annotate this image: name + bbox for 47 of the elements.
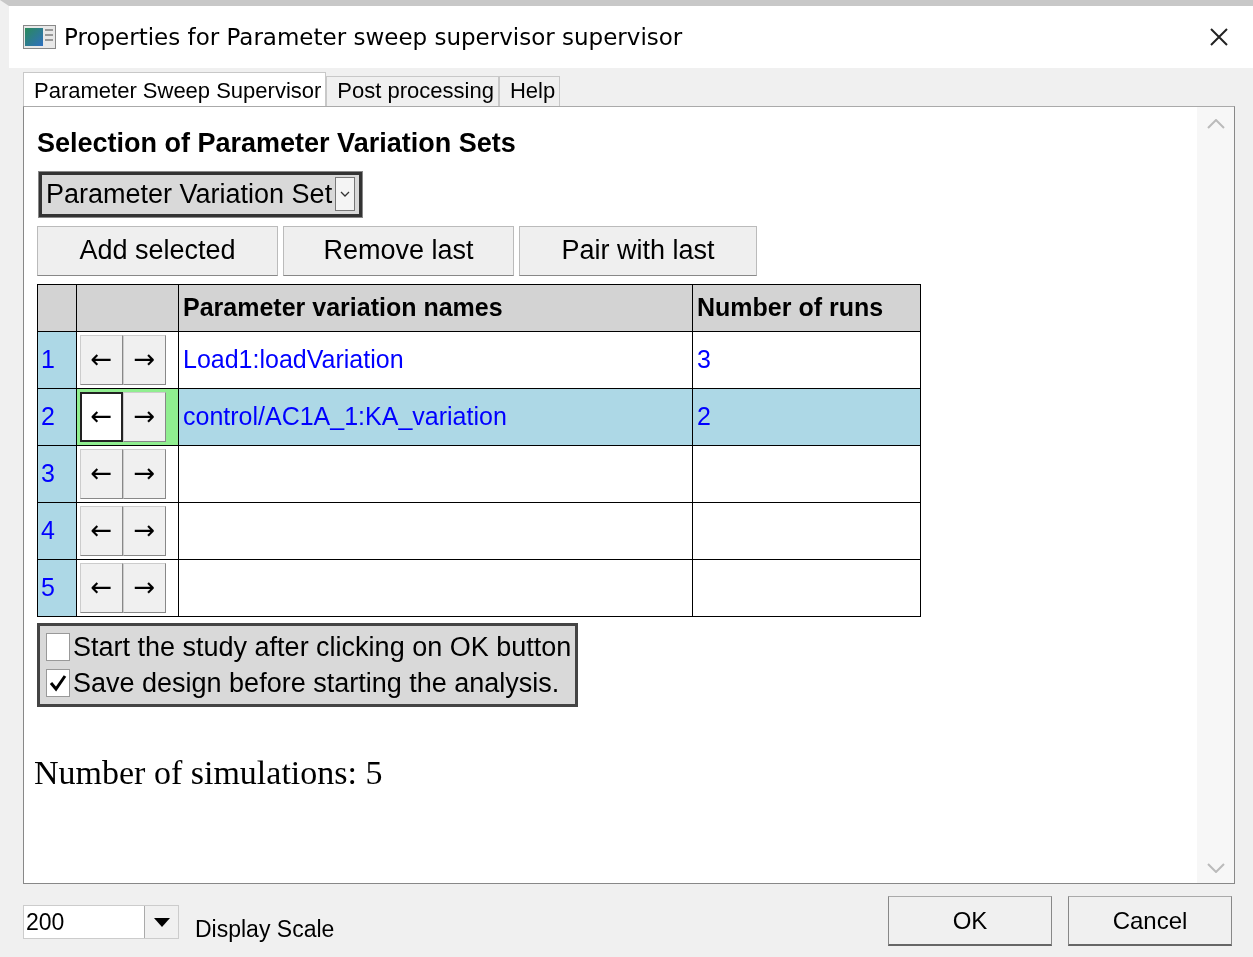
tab[interactable]: Help (498, 76, 561, 106)
runs-cell: 2 (692, 388, 921, 445)
row-number: 5 (37, 559, 77, 616)
scroll-up-icon[interactable] (1206, 119, 1225, 129)
column-header: Number of runs (692, 284, 921, 331)
move-right-button[interactable]: → (123, 391, 166, 442)
row-number: 2 (37, 388, 77, 445)
tab[interactable]: Post processing (326, 76, 499, 106)
header-cell (37, 284, 77, 331)
move-right-button[interactable]: → (123, 505, 166, 556)
move-right-button[interactable]: → (123, 334, 166, 385)
checkbox-label: Start the study after clicking on OK button (73, 630, 572, 664)
checkbox[interactable] (46, 632, 70, 661)
runs-cell: 3 (692, 331, 921, 388)
window-title: Properties for Parameter sweep supervisor supervisor (64, 22, 683, 52)
checkbox-label: Save design before starting the analysis. (73, 666, 560, 700)
dropdown-icon (153, 917, 170, 927)
move-left-button[interactable]: ← (80, 391, 123, 442)
scrollbar[interactable] (1197, 107, 1234, 883)
close-icon[interactable] (1209, 27, 1229, 47)
scale-combo[interactable]: 200 (23, 905, 179, 939)
move-left-button[interactable]: ← (80, 448, 123, 499)
action-button[interactable]: Remove last (283, 225, 514, 276)
column-header: Parameter variation names (178, 284, 693, 331)
scale-label: Display Scale (195, 915, 335, 944)
move-right-button[interactable]: → (123, 448, 166, 499)
section-heading: Selection of Parameter Variation Sets (37, 127, 517, 160)
move-right-button[interactable]: → (123, 562, 166, 613)
row-number: 4 (37, 502, 77, 559)
move-left-button[interactable]: ← (80, 334, 123, 385)
dialog-button[interactable]: Cancel (1068, 896, 1232, 946)
row-number: 1 (37, 331, 77, 388)
variation-name[interactable]: control/AC1A_1:KA_variation (178, 388, 693, 445)
dialog-button[interactable]: OK (888, 896, 1052, 946)
action-button[interactable]: Add selected (37, 225, 278, 276)
checkbox[interactable] (46, 668, 70, 697)
action-button[interactable]: Pair with last (519, 225, 757, 276)
caret-icon (340, 191, 351, 197)
set-dropdown[interactable]: Parameter Variation Set (39, 171, 363, 217)
simulation-count: Number of simulations: 5 (34, 752, 384, 793)
move-left-button[interactable]: ← (80, 562, 123, 613)
move-left-button[interactable]: ← (80, 505, 123, 556)
scroll-down-icon[interactable] (1206, 863, 1225, 873)
app-icon (23, 25, 56, 49)
row-number: 3 (37, 445, 77, 502)
tab[interactable]: Parameter Sweep Supervisor (23, 72, 327, 106)
variation-name[interactable]: Load1:loadVariation (178, 331, 693, 388)
